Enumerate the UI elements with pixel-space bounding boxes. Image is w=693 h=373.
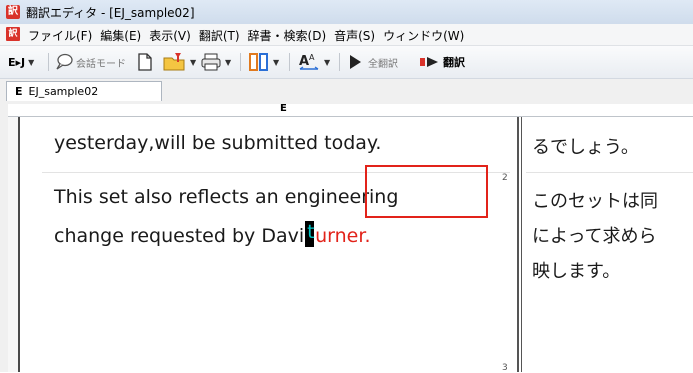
tab-ej-sample02[interactable]: E EJ_sample02 <box>6 81 162 101</box>
conversation-mode-label: 会話モード <box>76 58 126 70</box>
menu-window[interactable]: ウィンドウ(W) <box>383 26 470 45</box>
text-cursor: t <box>305 221 315 247</box>
document-tab-strip: E EJ_sample02 <box>0 79 693 101</box>
font-size-button[interactable]: A A ▼ <box>297 52 330 72</box>
menu-dictionary-search[interactable]: 辞書・検索(D) <box>248 26 333 45</box>
open-button[interactable]: ▼ <box>163 52 196 72</box>
menu-voice[interactable]: 音声(S) <box>334 26 381 45</box>
tab-label: EJ_sample02 <box>28 85 99 98</box>
toolbar-separator <box>339 53 340 71</box>
chevron-down-icon[interactable]: ▼ <box>273 58 279 67</box>
menu-file[interactable]: ファイル(F) <box>28 26 98 45</box>
target-line[interactable]: 映します。 <box>532 257 620 283</box>
highlighted-word[interactable]: urner. <box>315 225 370 247</box>
menu-edit[interactable]: 編集(E) <box>100 26 147 45</box>
toolbar-separator <box>48 53 49 71</box>
menu-view[interactable]: 表示(V) <box>149 26 197 45</box>
toolbar: E▸J ▼ 会話モード ▼ ▼ ▼ A A ▼ 全翻訳 翻訳 <box>0 46 693 79</box>
printer-icon <box>201 53 221 71</box>
cursor-character: t <box>307 221 315 243</box>
translate-arrow-icon <box>420 57 438 67</box>
chevron-down-icon[interactable]: ▼ <box>225 58 231 67</box>
translate-all-label: 全翻訳 <box>368 58 398 70</box>
editor-frame: E yesterday,will be submitted today. 2 T… <box>0 101 693 373</box>
print-button[interactable]: ▼ <box>200 52 231 72</box>
source-line[interactable]: This set also reflects an engineering <box>54 186 398 208</box>
document-area[interactable]: yesterday,will be submitted today. 2 Thi… <box>20 117 693 373</box>
window-title: 翻訳エディタ - [EJ_sample02] <box>26 6 195 20</box>
vertical-ruler <box>8 117 20 372</box>
chevron-down-icon[interactable]: ▼ <box>190 58 196 67</box>
play-icon <box>350 55 361 69</box>
toolbar-separator <box>240 53 241 71</box>
segment-separator <box>526 172 693 173</box>
title-bar: 訳 翻訳エディタ - [EJ_sample02] <box>0 0 693 25</box>
layout-button[interactable]: ▼ <box>248 52 279 72</box>
open-folder-icon <box>163 53 185 71</box>
speech-bubble-icon <box>56 53 73 70</box>
source-line[interactable]: yesterday,will be submitted today. <box>54 132 381 154</box>
svg-text:A: A <box>309 53 315 62</box>
highlight-box <box>365 165 488 218</box>
two-column-layout-icon <box>249 53 268 71</box>
new-document-icon <box>138 53 152 71</box>
app-icon: 訳 <box>6 5 20 19</box>
toolbar-separator <box>289 53 290 71</box>
chevron-down-icon[interactable]: ▼ <box>324 58 330 67</box>
segment-number: 2 <box>502 173 508 183</box>
ruler-label: E <box>280 103 287 114</box>
menu-bar: 訳 ファイル(F) 編集(E) 表示(V) 翻訳(T) 辞書・検索(D) 音声(… <box>0 24 693 46</box>
horizontal-ruler: E <box>8 103 693 117</box>
document-menu-icon[interactable]: 訳 <box>6 27 20 41</box>
column-divider-line <box>521 117 522 372</box>
conversation-mode-button[interactable]: 会話モード <box>54 52 126 72</box>
direction-button[interactable]: E▸J ▼ <box>8 52 34 72</box>
target-line[interactable]: このセットは同 <box>532 187 658 213</box>
font-size-icon: A A <box>299 53 319 70</box>
source-line-with-cursor[interactable]: change requested by Davi t urner. <box>54 221 370 247</box>
chevron-down-icon[interactable]: ▼ <box>28 58 34 67</box>
direction-label: E▸J <box>8 55 26 69</box>
translate-label: 翻訳 <box>443 56 465 69</box>
source-line-text: change requested by Davi <box>54 225 305 247</box>
target-line[interactable]: るでしょう。 <box>532 133 639 159</box>
target-line[interactable]: によって求めら <box>532 222 657 248</box>
translate-all-button[interactable]: 全翻訳 <box>348 52 398 72</box>
new-document-button[interactable] <box>137 52 153 72</box>
column-divider[interactable] <box>517 117 519 372</box>
menu-translate[interactable]: 翻訳(T) <box>199 26 246 45</box>
tab-prefix: E <box>15 85 23 98</box>
translate-button[interactable]: 翻訳 <box>419 52 465 72</box>
svg-text:A: A <box>299 54 309 69</box>
